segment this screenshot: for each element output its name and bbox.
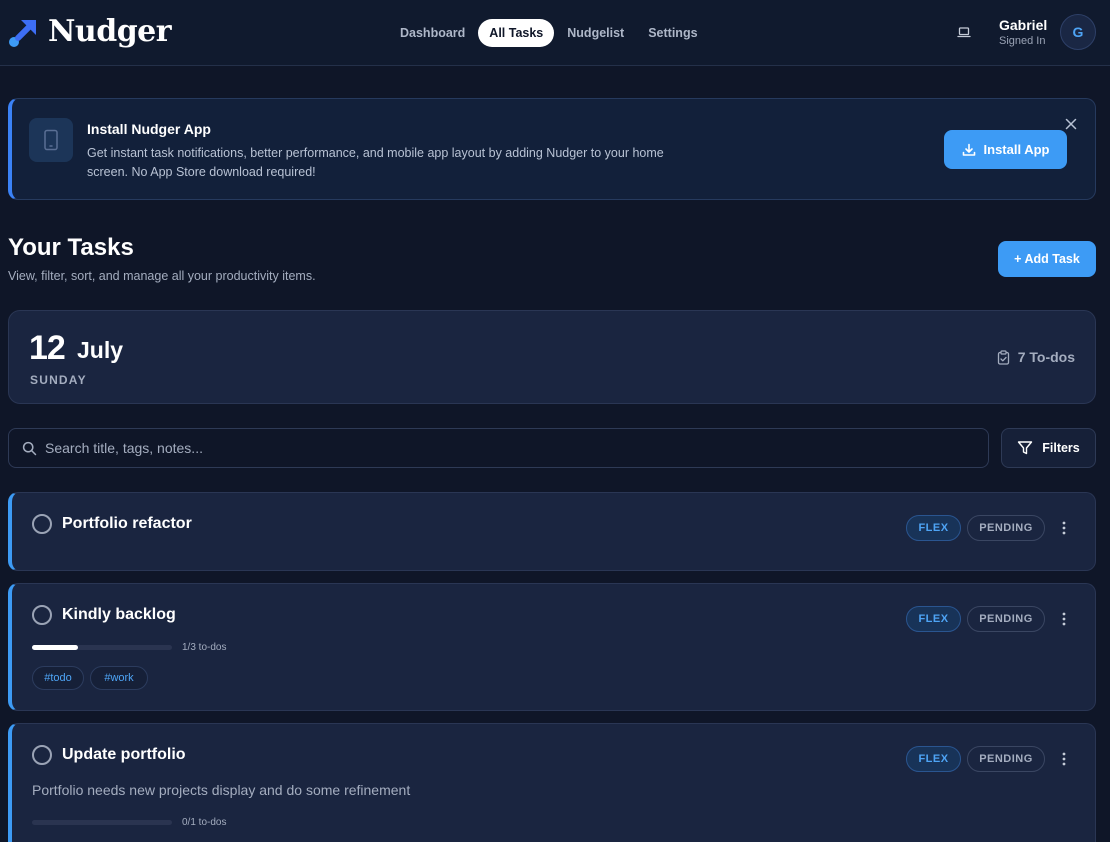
todo-progress-label: 0/1 to-dos [182,817,227,828]
task-title[interactable]: Portfolio refactor [62,515,192,533]
app-name: Nudger [48,14,172,49]
clipboard-check-icon [997,349,1009,365]
filter-icon [1018,441,1033,455]
task-status-badge: PENDING [967,746,1045,772]
more-options-icon[interactable] [1060,751,1068,767]
date-card: 12 July SUNDAY 7 To-dos [8,310,1096,404]
task-checkbox[interactable] [32,745,52,765]
todo-progress-fill [32,645,79,650]
date-weekday: SUNDAY [30,373,87,387]
todo-progress-bar [32,645,172,650]
task-notes: Portfolio needs new projects display and… [32,782,411,798]
download-icon [962,143,975,156]
banner-title: Install Nudger App [87,121,211,137]
top-bar: Nudger Dashboard All Tasks Nudgelist Set… [0,0,1110,66]
todo-progress-label: 1/3 to-dos [182,642,227,653]
task-type-badge: FLEX [906,515,961,541]
nav-all-tasks[interactable]: All Tasks [478,19,555,47]
search-input[interactable] [45,429,975,467]
user-name: Gabriel [999,17,1048,33]
task-card[interactable]: Kindly backlog FLEX PENDING 1/3 to-dos #… [8,583,1096,711]
page-subtitle: View, filter, sort, and manage all your … [8,269,316,283]
task-type-badge: FLEX [906,606,961,632]
nav-settings[interactable]: Settings [637,19,708,47]
monitor-icon[interactable] [957,25,971,39]
todos-count: 7 To-dos [997,349,1075,365]
avatar[interactable]: G [1060,14,1096,50]
task-card[interactable]: Update portfolio FLEX PENDING Portfolio … [8,723,1096,842]
add-task-button[interactable]: + Add Task [998,241,1096,277]
date-day: 12 [29,329,66,367]
nav-dashboard[interactable]: Dashboard [389,19,476,47]
tag-work[interactable]: #work [90,666,148,690]
user-info: Gabriel Signed In [999,17,1047,48]
task-type-badge: FLEX [906,746,961,772]
user-status: Signed In [999,35,1046,47]
logo-arrow-icon [9,19,36,47]
app-logo[interactable]: Nudger [8,14,172,49]
filters-button[interactable]: Filters [1001,428,1096,468]
todos-count-label: 7 To-dos [1017,349,1075,365]
page-title: Your Tasks [8,234,134,261]
task-title[interactable]: Update portfolio [62,746,186,764]
search-bar [8,428,989,468]
main-nav: Dashboard All Tasks Nudgelist Settings [389,19,709,47]
task-title[interactable]: Kindly backlog [62,606,176,624]
more-options-icon[interactable] [1060,520,1068,536]
close-icon[interactable] [1063,116,1079,132]
task-checkbox[interactable] [32,514,52,534]
search-icon [22,441,37,456]
install-app-label: Install App [983,142,1050,157]
task-card[interactable]: Portfolio refactor FLEX PENDING [8,492,1096,571]
date-month: July [77,337,124,363]
tag-todo[interactable]: #todo [32,666,84,690]
banner-description: Get instant task notifications, better p… [87,146,664,179]
install-banner: Install Nudger App Get instant task noti… [8,98,1096,200]
nav-nudgelist[interactable]: Nudgelist [556,19,635,47]
phone-icon [29,118,73,162]
todo-progress-bar [32,820,172,825]
install-app-button[interactable]: Install App [944,130,1067,169]
task-status-badge: PENDING [967,606,1045,632]
task-status-badge: PENDING [967,515,1045,541]
more-options-icon[interactable] [1060,611,1068,627]
filters-label: Filters [1042,441,1080,455]
task-checkbox[interactable] [32,605,52,625]
